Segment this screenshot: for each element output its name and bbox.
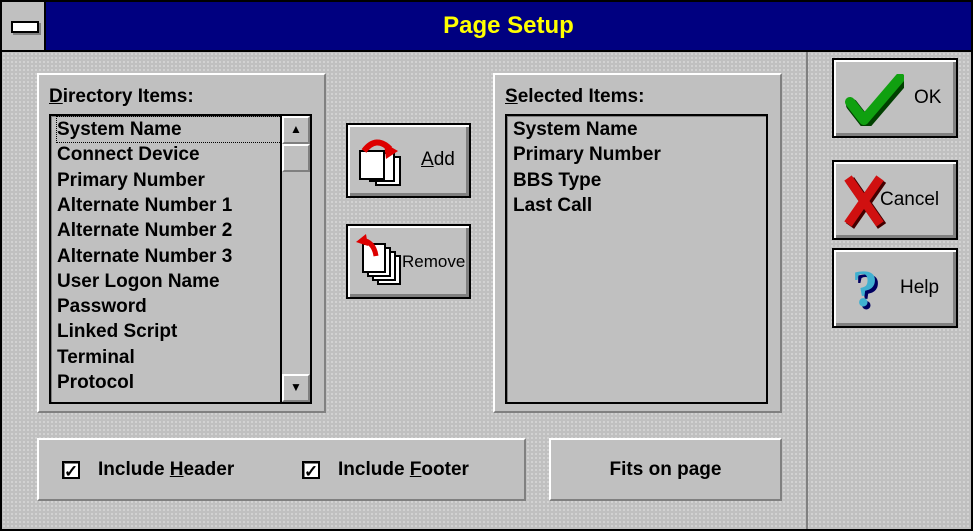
list-item[interactable]: Primary Number bbox=[57, 168, 205, 193]
system-menu-icon[interactable] bbox=[2, 2, 46, 50]
remove-button[interactable]: Remove bbox=[346, 224, 471, 299]
include-footer-checkbox[interactable]: ✓ bbox=[302, 461, 320, 481]
help-button[interactable]: ? Help bbox=[832, 248, 958, 328]
scroll-down-button[interactable]: ▼ bbox=[282, 374, 310, 402]
list-item[interactable]: Protocol bbox=[57, 370, 134, 395]
directory-scrollbar[interactable]: ▲ ▼ bbox=[280, 116, 310, 402]
ok-label: OK bbox=[914, 87, 942, 108]
window-title: Page Setup bbox=[443, 12, 574, 39]
scroll-thumb[interactable] bbox=[282, 144, 310, 172]
cancel-button[interactable]: Cancel bbox=[832, 160, 958, 240]
list-item[interactable]: Connect Device bbox=[57, 142, 200, 167]
list-item[interactable]: Alternate Number 3 bbox=[57, 244, 232, 269]
fits-on-page-text: Fits on page bbox=[609, 459, 722, 480]
directory-panel: Directory Items: System Name Connect Devi… bbox=[37, 73, 326, 413]
help-label: Help bbox=[900, 277, 940, 298]
checkmark-icon bbox=[845, 74, 904, 126]
scroll-up-button[interactable]: ▲ bbox=[282, 116, 310, 144]
directory-items-label: Directory Items: bbox=[49, 86, 194, 107]
fit-status-panel: Fits on page bbox=[549, 438, 782, 501]
title-bar[interactable]: Page Setup bbox=[2, 2, 971, 52]
dialog-body: Directory Items: System Name Connect Devi… bbox=[2, 52, 971, 529]
question-mark-icon: ? bbox=[852, 261, 878, 318]
add-pages-icon bbox=[359, 139, 401, 186]
options-panel: ✓ Include Header ✓ Include Footer bbox=[37, 438, 526, 501]
list-item[interactable]: Linked Script bbox=[57, 319, 177, 344]
remove-pages-icon bbox=[356, 234, 401, 285]
include-footer-label[interactable]: Include Footer bbox=[338, 459, 469, 481]
list-item[interactable]: System Name bbox=[56, 116, 284, 143]
list-item[interactable]: Alternate Number 1 bbox=[57, 193, 232, 218]
list-item[interactable]: Last Call bbox=[513, 193, 592, 218]
list-item[interactable]: System Name bbox=[513, 117, 638, 142]
page-setup-dialog: Page Setup Directory Items: System Name C… bbox=[0, 0, 973, 531]
selected-items-listbox[interactable]: System Name Primary Number BBS Type Last Ca… bbox=[505, 114, 768, 404]
include-header-checkbox[interactable]: ✓ bbox=[62, 461, 80, 481]
cancel-label: Cancel bbox=[880, 189, 940, 210]
list-item[interactable]: BBS Type bbox=[513, 168, 601, 193]
list-item[interactable]: Primary Number bbox=[513, 142, 661, 167]
ok-button[interactable]: OK bbox=[832, 58, 958, 138]
divider bbox=[806, 52, 808, 529]
include-header-label[interactable]: Include Header bbox=[98, 459, 234, 481]
directory-items-listbox[interactable]: System Name Connect Device Primary Number A… bbox=[49, 114, 312, 404]
list-item[interactable]: Terminal bbox=[57, 345, 135, 370]
list-item[interactable]: Alternate Number 2 bbox=[57, 218, 232, 243]
list-item[interactable]: User Logon Name bbox=[57, 269, 220, 294]
selected-items-label: Selected Items: bbox=[505, 86, 645, 107]
add-button[interactable]: Add bbox=[346, 123, 471, 198]
list-item[interactable]: Password bbox=[57, 294, 147, 319]
remove-label: Remove bbox=[402, 252, 466, 271]
selected-panel: Selected Items: System Name Primary Numbe… bbox=[493, 73, 782, 413]
